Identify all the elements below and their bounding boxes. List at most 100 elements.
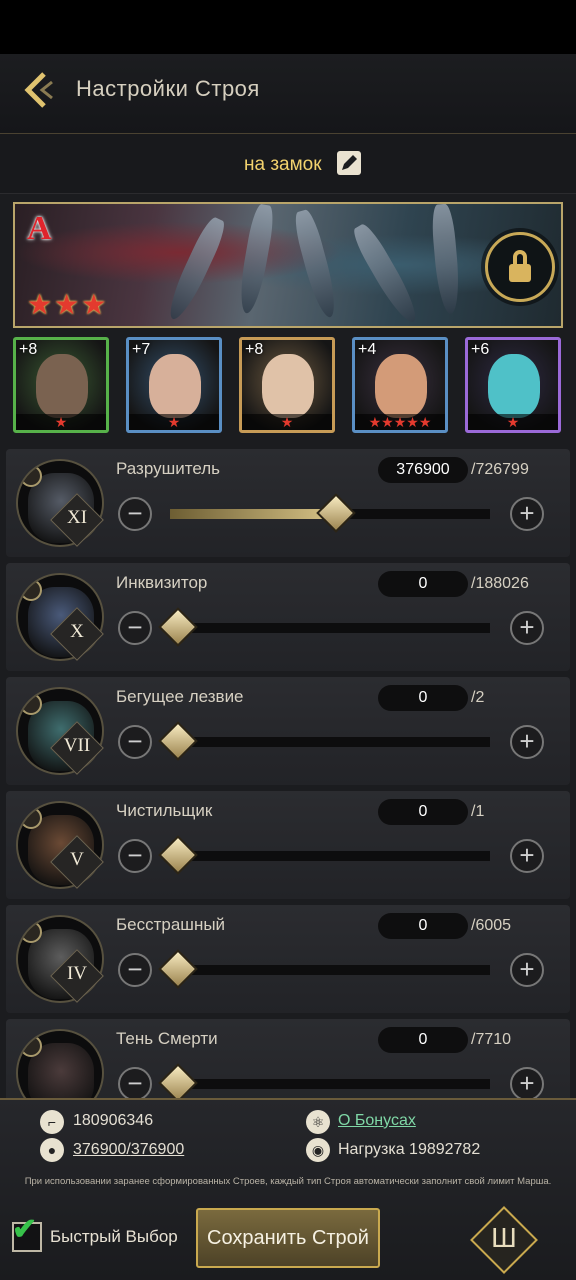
- check-icon: ✔: [12, 1213, 38, 1246]
- troop-max: /188026: [471, 575, 529, 592]
- increase-button[interactable]: +: [510, 953, 544, 987]
- troop-count-input[interactable]: 0: [378, 685, 468, 711]
- increase-button[interactable]: +: [510, 497, 544, 531]
- troop-rank: IV: [66, 963, 88, 984]
- troop-slider[interactable]: [158, 949, 490, 989]
- troop-max: /6005: [471, 917, 512, 934]
- troop-rank: V: [70, 849, 84, 870]
- decrease-button[interactable]: −: [118, 497, 152, 531]
- troop-avatar[interactable]: [16, 687, 104, 775]
- troop-max: /726799: [471, 461, 529, 478]
- army-max: 376900: [130, 1141, 185, 1158]
- hero-banner[interactable]: A ★★★: [13, 202, 563, 328]
- troop-avatar[interactable]: [16, 801, 104, 889]
- hero-level: +8: [245, 341, 264, 358]
- troop-count-input[interactable]: 0: [378, 913, 468, 939]
- hero-level: +7: [132, 341, 151, 358]
- atom-icon: ⚛: [306, 1110, 330, 1134]
- troop-type-icon: [20, 1035, 42, 1057]
- troop-row: XI Разрушитель 376900 /726799 − +: [6, 449, 570, 557]
- status-bar: [0, 0, 576, 54]
- increase-button[interactable]: +: [510, 839, 544, 873]
- troop-slider[interactable]: [158, 1063, 490, 1103]
- hero-slot[interactable]: +7 ★: [126, 337, 222, 433]
- troop-max: /7710: [471, 1031, 512, 1048]
- troop-rank: XI: [66, 507, 88, 528]
- slider-handle[interactable]: [158, 721, 198, 761]
- page-title: Настройки Строя: [76, 76, 260, 101]
- troop-count-input[interactable]: 0: [378, 571, 468, 597]
- troop-max: /2: [471, 689, 485, 706]
- hero-slots: +8 ★ +7 ★ +8 ★ +4 ★★★★★ +6 ★: [13, 337, 563, 433]
- troop-name: Чистильщик: [116, 801, 213, 820]
- troop-avatar[interactable]: [16, 915, 104, 1003]
- slider-handle[interactable]: [158, 1063, 198, 1103]
- troop-type-icon: [20, 807, 42, 829]
- bottom-panel: ⌐ 180906346 ● 376900/376900 ⚛ О Бонусах …: [0, 1098, 576, 1280]
- hero-portrait: [262, 354, 314, 418]
- slider-handle[interactable]: [158, 607, 198, 647]
- decrease-button[interactable]: −: [118, 725, 152, 759]
- army-current: 376900: [73, 1141, 127, 1158]
- bonuses-link[interactable]: О Бонусах: [338, 1112, 416, 1130]
- increase-button[interactable]: +: [510, 611, 544, 645]
- troop-row: VII Бегущее лезвие 0 /2 − +: [6, 677, 570, 785]
- target-label: на замок: [244, 154, 322, 175]
- troop-slider[interactable]: [158, 721, 490, 761]
- troop-type-icon: [20, 465, 42, 487]
- hero-portrait: [375, 354, 427, 418]
- troop-row: X Инквизитор 0 /188026 − +: [6, 563, 570, 671]
- hero-stars: ★★★★★: [355, 414, 445, 430]
- hero-slot[interactable]: +8 ★: [13, 337, 109, 433]
- lock-button[interactable]: [485, 232, 555, 302]
- troop-type-icon: [20, 579, 42, 601]
- troop-row: V Чистильщик 0 /1 − +: [6, 791, 570, 899]
- hero-slot[interactable]: +6 ★: [465, 337, 561, 433]
- hero-level: +4: [358, 341, 377, 358]
- troop-count-input[interactable]: 0: [378, 1027, 468, 1053]
- hero-stars: ★: [16, 414, 106, 430]
- hero-stars: ★: [242, 414, 332, 430]
- troop-avatar[interactable]: [16, 1029, 104, 1104]
- hero-slot[interactable]: +4 ★★★★★: [352, 337, 448, 433]
- troop-rank: X: [70, 621, 84, 642]
- troop-type-icon: [20, 693, 42, 715]
- troop-rank: VII: [63, 735, 91, 756]
- slider-handle[interactable]: [316, 493, 356, 533]
- increase-button[interactable]: +: [510, 1067, 544, 1101]
- troop-slider[interactable]: [158, 835, 490, 875]
- back-arrow-icon[interactable]: [18, 68, 62, 112]
- troop-avatar[interactable]: [16, 573, 104, 661]
- troop-name: Бесстрашный: [116, 915, 226, 934]
- decrease-button[interactable]: −: [118, 611, 152, 645]
- troop-slider[interactable]: [170, 493, 490, 533]
- hero-level: +6: [471, 341, 490, 358]
- troop-count-input[interactable]: 0: [378, 799, 468, 825]
- edit-icon[interactable]: [337, 151, 361, 175]
- slider-handle[interactable]: [158, 949, 198, 989]
- troop-slider[interactable]: [158, 607, 490, 647]
- increase-button[interactable]: +: [510, 725, 544, 759]
- hero-portrait: [36, 354, 88, 418]
- load-value: Нагрузка 19892782: [338, 1141, 481, 1158]
- decrease-button[interactable]: −: [118, 1067, 152, 1101]
- save-formation-button[interactable]: Сохранить Строй: [196, 1208, 380, 1268]
- slider-handle[interactable]: [158, 835, 198, 875]
- hero-stars: ★: [468, 414, 558, 430]
- troop-name: Бегущее лезвие: [116, 687, 244, 706]
- formation-panel: на замок A ★★★ +8 ★ +7 ★ +8 ★ +4 ★★★★★ +…: [0, 134, 576, 1104]
- load-icon: ◉: [306, 1138, 330, 1162]
- troop-type-icon: [20, 921, 42, 943]
- army-count[interactable]: 376900/376900: [73, 1141, 184, 1159]
- target-row: на замок: [0, 134, 576, 194]
- troop-name: Тень Смерти: [116, 1029, 218, 1048]
- troop-max: /1: [471, 803, 485, 820]
- decrease-button[interactable]: −: [118, 839, 152, 873]
- hero-slot[interactable]: +8 ★: [239, 337, 335, 433]
- power-value: 180906346: [73, 1112, 154, 1129]
- trash-icon: Ш: [491, 1222, 517, 1253]
- decrease-button[interactable]: −: [118, 953, 152, 987]
- hero-portrait: [488, 354, 540, 418]
- troop-avatar[interactable]: [16, 459, 104, 547]
- troop-count-input[interactable]: 376900: [378, 457, 468, 483]
